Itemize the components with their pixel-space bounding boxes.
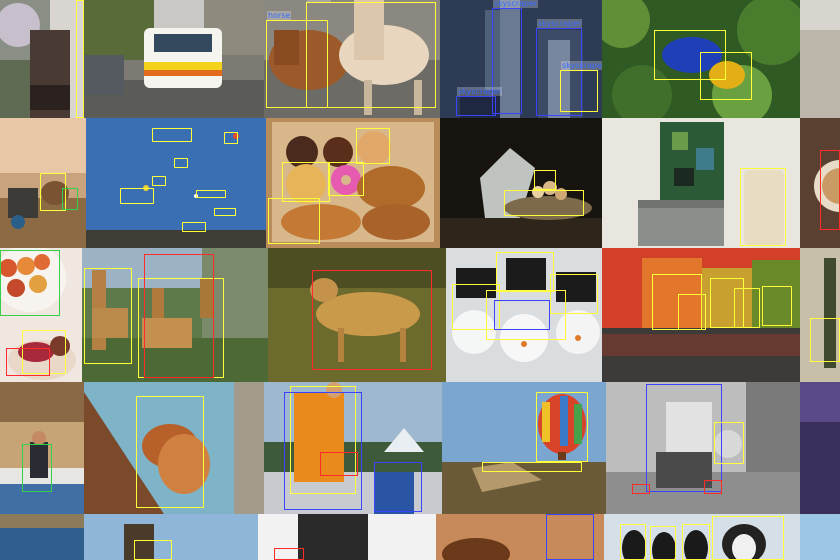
- kite-box: [196, 190, 226, 198]
- tile-penguins: [604, 514, 800, 560]
- tile-horses: horse horse: [264, 0, 440, 118]
- person-box: [646, 384, 722, 492]
- person-box: [374, 462, 422, 512]
- detection-mosaic: horse horse skyscraper skyscraper skyscr…: [0, 0, 840, 560]
- squirrel-box: [136, 396, 204, 508]
- tile-hot-air-balloon: [442, 382, 606, 514]
- bowl-box: [0, 250, 60, 316]
- balloon-box: [536, 392, 588, 462]
- skyscraper-label: skyscraper: [457, 87, 503, 96]
- tree-box: [762, 286, 792, 326]
- penguin-box: [682, 524, 710, 560]
- donut-box: [328, 162, 364, 196]
- kite-box: [174, 158, 188, 168]
- donut-box: [268, 198, 320, 244]
- tile-squirrel-tree: [84, 382, 264, 514]
- tile-edge-top-right: [800, 0, 840, 118]
- frog-box: [700, 52, 752, 100]
- detection-box: [76, 0, 84, 118]
- tile-giraffes: [82, 248, 268, 382]
- tile-eggs-bowl: [440, 118, 602, 248]
- vase-box: [740, 168, 786, 246]
- tile-kites-sky: [86, 118, 266, 248]
- person-box: [284, 392, 362, 510]
- kite-box: [120, 188, 154, 204]
- tile-frogs-leaves: [602, 0, 800, 118]
- egg-box: [534, 170, 556, 190]
- giraffe-box: [144, 254, 214, 378]
- bag-box: [320, 452, 358, 476]
- tree-box: [810, 318, 840, 362]
- tile-hikers-mountains: [264, 382, 442, 514]
- tile-fruit-bowl: [0, 248, 82, 382]
- tree-box: [734, 288, 760, 328]
- penguin-box: [650, 526, 676, 560]
- tile-donuts-box: [266, 118, 440, 248]
- ball-box: [714, 422, 744, 464]
- cup-box: [820, 150, 840, 230]
- tile-painting-box-vase: [602, 118, 800, 248]
- kite-box: [182, 222, 206, 232]
- tile-camels-desert: [0, 118, 86, 248]
- tile-photographer-river: [0, 382, 84, 514]
- tile-skyscrapers: skyscraper skyscraper skyscraper skyscra…: [440, 0, 602, 118]
- kite-box: [152, 128, 192, 142]
- tile-edge-purple: [800, 382, 840, 514]
- tile-coffee-edge: [800, 118, 840, 248]
- cheetah-box: [312, 270, 432, 370]
- skyscraper-label: skyscraper: [537, 19, 583, 28]
- tile-edge-tree: [800, 248, 840, 382]
- tile-bottom-3: [258, 514, 436, 560]
- person-box: [22, 444, 52, 492]
- tile-bottom-2: [84, 514, 258, 560]
- shoe-box: [632, 484, 650, 494]
- penguin-box: [712, 516, 784, 560]
- cakepop-box: [550, 274, 598, 314]
- skyscraper-box: skyscraper: [456, 87, 503, 116]
- skyscraper-box: skyscraper: [560, 61, 602, 112]
- skyscraper-label: skyscraper: [561, 61, 602, 70]
- tile-cheetah: [268, 248, 446, 382]
- horse-label: horse: [307, 0, 332, 2]
- skyscraper-label: skyscraper: [493, 0, 539, 8]
- balloon-box: [482, 462, 582, 472]
- donut-box: [282, 162, 330, 202]
- donut-box: [356, 128, 390, 164]
- detection-box: [274, 548, 304, 560]
- shoe-box: [704, 480, 722, 494]
- detection-box: [134, 540, 172, 560]
- kite-box: [214, 208, 236, 216]
- detection-box: [546, 514, 594, 560]
- tile-autumn-lake: [602, 248, 800, 382]
- tile-balcony-building: [0, 0, 84, 118]
- penguin-box: [620, 524, 646, 560]
- horse-label: horse: [267, 11, 292, 20]
- tile-bottom-1: [0, 514, 84, 560]
- kite-box: [224, 132, 238, 144]
- kite-box: [152, 176, 166, 186]
- tile-snowman-cakepops: [446, 248, 602, 382]
- tile-ambulance-street: [84, 0, 264, 118]
- cakepop-box: [494, 300, 550, 330]
- tile-bottom-6: [800, 514, 840, 560]
- tile-man-bw: [606, 382, 800, 514]
- horse-box: horse: [306, 0, 436, 108]
- giraffe-box: [84, 268, 132, 364]
- bowl-box: [504, 190, 584, 216]
- tree-box: [678, 294, 706, 330]
- cakepop-box: [496, 252, 554, 292]
- tile-bottom-4: [436, 514, 604, 560]
- fruit-box: [6, 348, 50, 376]
- camel-box: [62, 188, 78, 210]
- skyscraper-box: skyscraper: [492, 0, 539, 114]
